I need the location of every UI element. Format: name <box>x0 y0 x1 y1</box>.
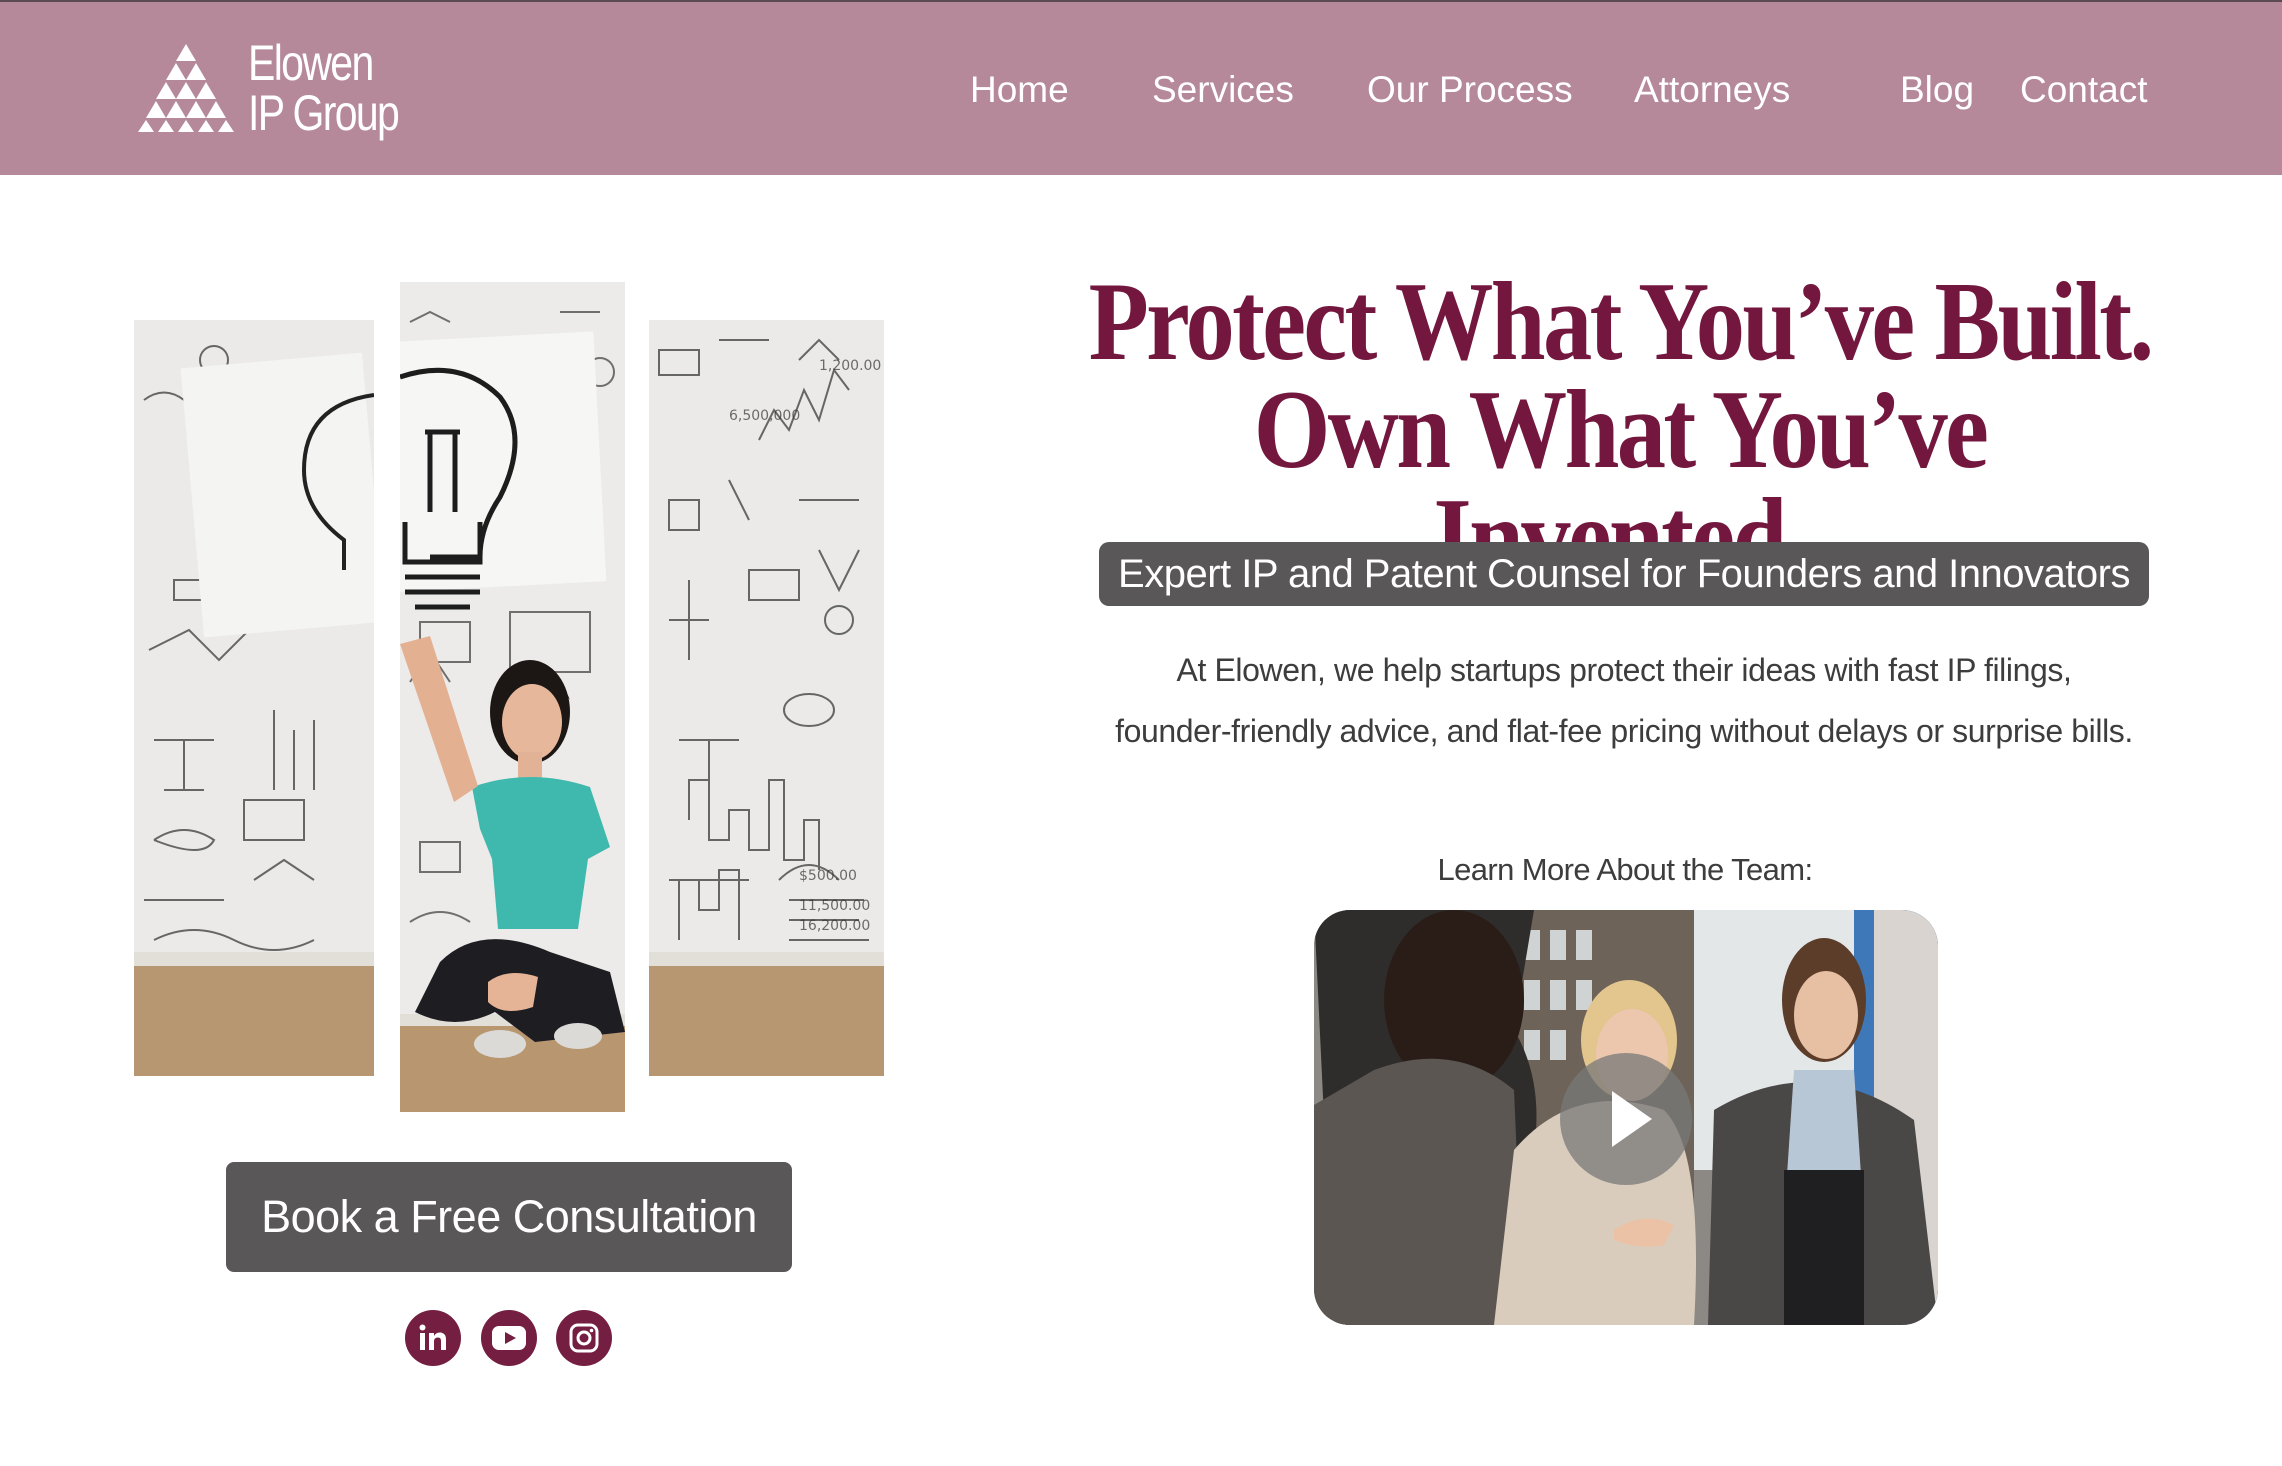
hero-intro-text: At Elowen, we help startups protect thei… <box>1060 640 2188 762</box>
svg-text:$500.00: $500.00 <box>799 868 857 884</box>
linkedin-glyph <box>419 1324 446 1350</box>
nav-attorneys[interactable]: Attorneys <box>1634 68 1790 112</box>
instagram-glyph <box>569 1323 599 1353</box>
svg-text:16,200.00: 16,200.00 <box>799 918 870 934</box>
nav-blog[interactable]: Blog <box>1900 68 1974 112</box>
brand-name-line2: IP Group <box>248 85 400 141</box>
brand-name: Elowen IP Group <box>248 35 400 141</box>
brand-name-line1: Elowen <box>248 35 374 91</box>
intro-line-2: founder-friendly advice, and flat-fee pr… <box>1115 713 2133 749</box>
collage-strip-left <box>134 320 374 1076</box>
svg-text:11,500.00: 11,500.00 <box>799 898 870 914</box>
logo[interactable]: Elowen IP Group <box>136 36 406 146</box>
instagram-icon[interactable] <box>556 1310 612 1366</box>
linkedin-icon[interactable] <box>405 1310 461 1366</box>
nav-contact[interactable]: Contact <box>2020 68 2148 112</box>
svg-text:6,500,000: 6,500,000 <box>729 408 800 424</box>
collage-strip-right: 1,200.00 6,500,000 $500.00 11,500.00 16,200… <box>649 320 884 1076</box>
triangle-pyramid-icon <box>138 44 234 132</box>
intro-line-1: At Elowen, we help startups protect thei… <box>1176 652 2072 688</box>
team-video[interactable] <box>1314 910 1938 1325</box>
svg-text:1,200.00: 1,200.00 <box>819 358 881 374</box>
play-button[interactable] <box>1560 1053 1692 1185</box>
youtube-icon[interactable] <box>481 1310 537 1366</box>
team-video-label: Learn More About the Team: <box>1437 852 1813 887</box>
headline-line-1: Protect What You’ve Built. <box>1088 260 2155 384</box>
nav-our-process[interactable]: Our Process <box>1367 68 1573 112</box>
nav-services[interactable]: Services <box>1152 68 1294 112</box>
site-header: Elowen IP Group Home Services Our Proces… <box>0 0 2282 175</box>
play-icon <box>1612 1091 1652 1147</box>
hero-subheadline: Expert IP and Patent Counsel for Founder… <box>1099 542 2149 606</box>
nav-home[interactable]: Home <box>970 68 1069 112</box>
collage-strip-center <box>400 282 625 1112</box>
youtube-glyph <box>492 1326 526 1350</box>
hero-image-collage: 1,200.00 6,500,000 $500.00 11,500.00 16,200… <box>134 282 884 1112</box>
book-consultation-button[interactable]: Book a Free Consultation <box>226 1162 792 1272</box>
